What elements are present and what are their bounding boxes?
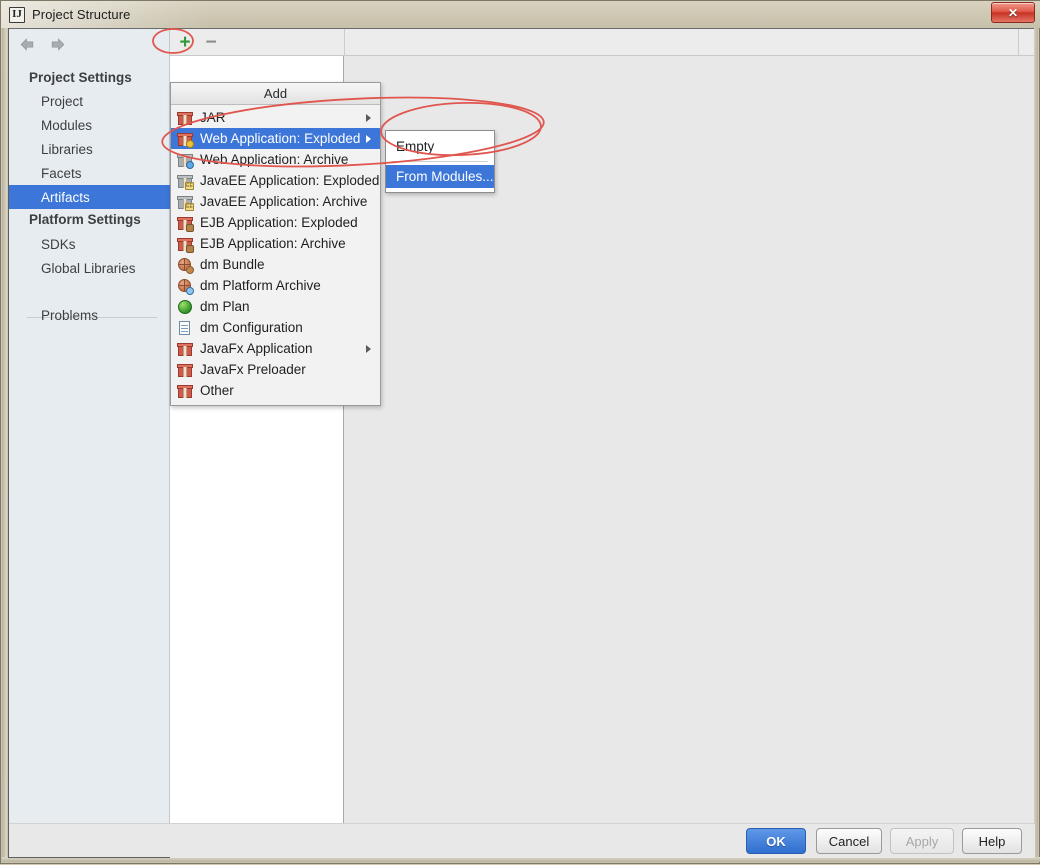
gift-box-red-icon (177, 341, 193, 357)
gift-box-ee-icon: EE (177, 194, 194, 211)
menu-item-label: EJB Application: Archive (200, 236, 346, 251)
submenu-separator (392, 161, 488, 162)
close-icon[interactable]: ✕ (991, 2, 1035, 23)
submenu-item-from-modules[interactable]: From Modules... (386, 165, 494, 188)
menu-item-ejb-application-archive[interactable]: EJB Application: Archive (171, 233, 380, 254)
menu-item-dm-platform-archive[interactable]: dm Platform Archive (171, 275, 380, 296)
dm-plan-globe-icon (177, 299, 193, 315)
add-menu-items: JAR Web Application: Exploded Web Applic… (171, 105, 380, 405)
menu-item-dm-plan[interactable]: dm Plan (171, 296, 380, 317)
sidebar-item-project[interactable]: Project (9, 89, 170, 113)
menu-item-label: JavaFx Application (200, 341, 313, 356)
arrow-left-icon[interactable] (19, 36, 36, 53)
dialog-button-bar: OK Cancel Apply Help (9, 823, 1035, 857)
artifacts-toolbar: + − (170, 29, 1034, 56)
settings-sidebar: Project Settings Project Modules Librari… (9, 29, 170, 824)
gift-box-gray-badge-icon (177, 152, 194, 169)
menu-item-dm-configuration[interactable]: dm Configuration (171, 317, 380, 338)
web-application-exploded-submenu: Empty From Modules... (385, 130, 495, 193)
cancel-button[interactable]: Cancel (816, 828, 882, 854)
menu-item-label: dm Configuration (200, 320, 303, 335)
sidebar-item-problems[interactable]: Problems (9, 303, 170, 327)
gift-box-red-badge-icon (177, 131, 194, 148)
submenu-item-empty[interactable]: Empty (386, 135, 494, 158)
menu-item-label: dm Plan (200, 299, 250, 314)
dialog-client-area: Project Settings Project Modules Librari… (8, 28, 1035, 858)
sidebar-item-sdks[interactable]: SDKs (9, 232, 170, 256)
gift-box-bean-icon (177, 236, 194, 253)
menu-item-label: Web Application: Exploded (200, 131, 361, 146)
menu-item-web-application-archive[interactable]: Web Application: Archive (171, 149, 380, 170)
menu-item-label: Other (200, 383, 234, 398)
plus-icon[interactable]: + (174, 32, 196, 53)
menu-item-jar[interactable]: JAR (171, 107, 380, 128)
add-menu-title: Add (171, 83, 380, 105)
toolbar-separator-1 (344, 29, 345, 56)
sidebar-item-libraries[interactable]: Libraries (9, 137, 170, 161)
menu-item-label: JAR (200, 110, 226, 125)
project-structure-window: IJ Project Structure ✕ Project Settings … (0, 0, 1040, 864)
menu-item-ejb-application-exploded[interactable]: EJB Application: Exploded (171, 212, 380, 233)
menu-item-other[interactable]: Other (171, 380, 380, 401)
sidebar-item-artifacts[interactable]: Artifacts (9, 185, 170, 209)
apply-button: Apply (890, 828, 954, 854)
ok-button[interactable]: OK (746, 828, 806, 854)
sidebar-item-facets[interactable]: Facets (9, 161, 170, 185)
window-title: Project Structure (32, 7, 131, 22)
menu-item-dm-bundle[interactable]: dm Bundle (171, 254, 380, 275)
add-artifact-menu: Add JAR Web Application: Exploded Web Ap… (170, 82, 381, 406)
menu-item-label: JavaFx Preloader (200, 362, 306, 377)
chevron-right-icon (366, 134, 371, 143)
menu-item-label: Web Application: Archive (200, 152, 349, 167)
menu-item-label: JavaEE Application: Archive (200, 194, 368, 209)
navigation-arrows (19, 36, 66, 53)
minus-icon[interactable]: − (200, 32, 222, 53)
chevron-right-icon (366, 344, 371, 353)
gift-box-red-icon (177, 383, 193, 399)
help-button[interactable]: Help (962, 828, 1022, 854)
menu-item-label: EJB Application: Exploded (200, 215, 358, 230)
sidebar-group-project-settings: Project Settings (29, 70, 132, 85)
menu-item-label: dm Bundle (200, 257, 265, 272)
gift-box-bean-icon (177, 215, 194, 232)
sidebar-item-global-libraries[interactable]: Global Libraries (9, 256, 170, 280)
chevron-right-icon (366, 113, 371, 122)
gift-box-ee-icon: EE (177, 173, 194, 190)
document-icon (177, 320, 193, 336)
window-bevel-left (2, 28, 7, 858)
dm-bundle-icon (177, 257, 194, 274)
dm-platform-icon (177, 278, 194, 295)
menu-item-javafx-application[interactable]: JavaFx Application (171, 338, 380, 359)
arrow-right-icon[interactable] (49, 36, 66, 53)
menu-item-javaee-application-exploded[interactable]: EE JavaEE Application: Exploded (171, 170, 380, 191)
gift-box-red-icon (177, 362, 193, 378)
intellij-idea-icon: IJ (9, 6, 25, 23)
menu-item-web-application-exploded[interactable]: Web Application: Exploded (171, 128, 380, 149)
menu-item-javafx-preloader[interactable]: JavaFx Preloader (171, 359, 380, 380)
title-bar: IJ Project Structure ✕ (1, 1, 1040, 28)
menu-item-label: dm Platform Archive (200, 278, 321, 293)
gift-box-red-icon (177, 110, 193, 126)
toolbar-separator-2 (1018, 29, 1019, 56)
menu-item-javaee-application-archive[interactable]: EE JavaEE Application: Archive (171, 191, 380, 212)
sidebar-group-platform-settings: Platform Settings (29, 212, 141, 227)
menu-item-label: JavaEE Application: Exploded (200, 173, 380, 188)
sidebar-item-modules[interactable]: Modules (9, 113, 170, 137)
